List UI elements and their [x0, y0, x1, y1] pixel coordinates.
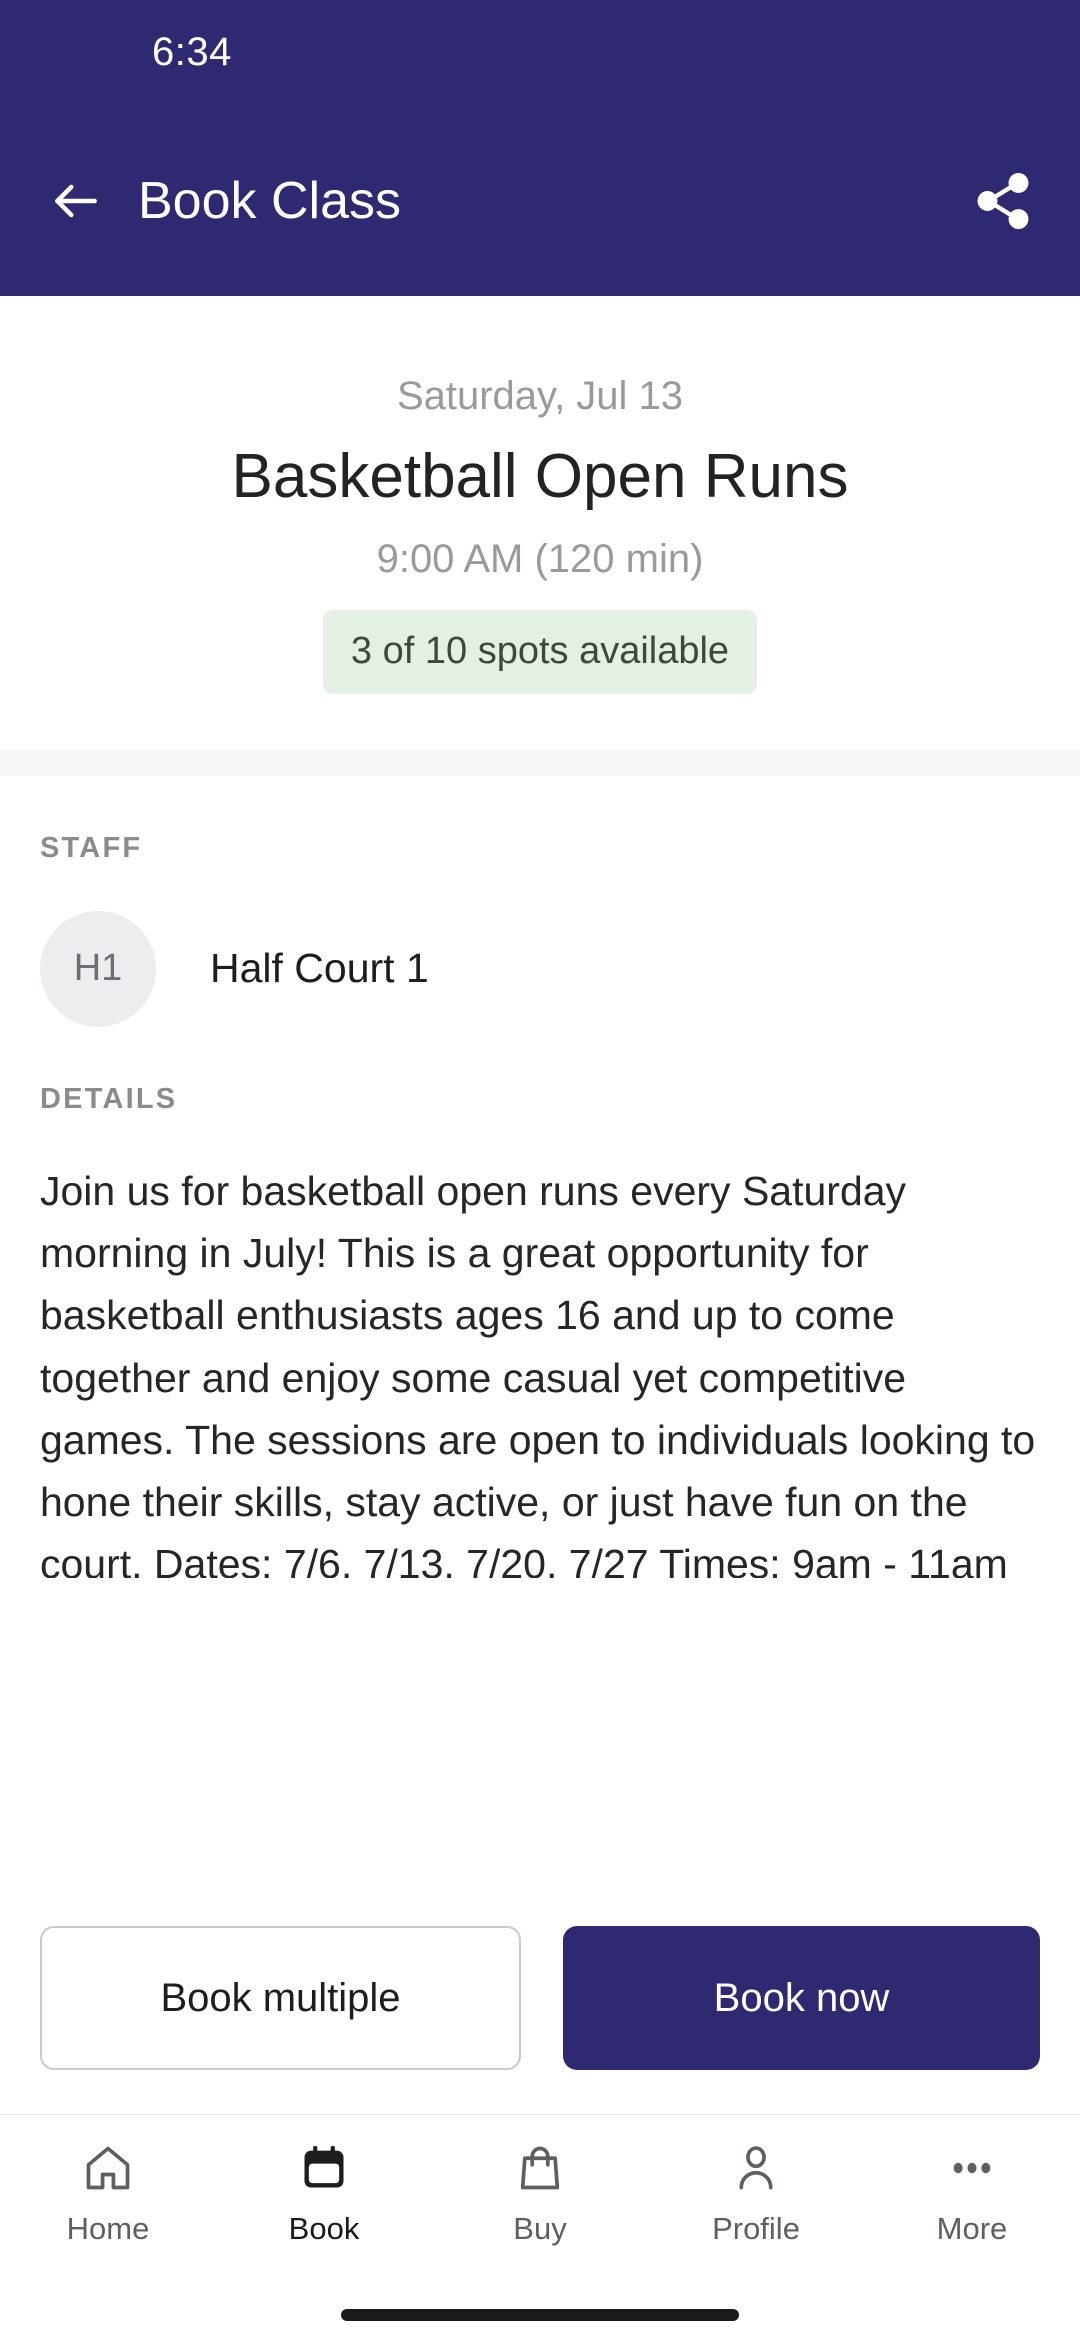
home-indicator[interactable]	[341, 2309, 739, 2321]
book-now-button[interactable]: Book now	[563, 1926, 1040, 2070]
section-divider	[0, 749, 1080, 776]
staff-section-label: STAFF	[40, 831, 143, 864]
nav-item-home[interactable]: Home	[0, 2137, 216, 2247]
share-icon[interactable]	[970, 168, 1036, 234]
status-badge: 3 of 10 spots available	[322, 609, 758, 694]
nav-item-book[interactable]: Book	[216, 2137, 432, 2247]
class-header: Saturday, Jul 13 Basketball Open Runs 9:…	[0, 296, 1080, 750]
book-multiple-button[interactable]: Book multiple	[40, 1926, 521, 2070]
status-bar: 6:34	[0, 0, 1080, 105]
staff-row[interactable]: H1 Half Court 1	[40, 910, 1040, 1027]
nav-label-profile: Profile	[712, 2211, 800, 2246]
nav-label-book: Book	[288, 2211, 360, 2246]
app-root: 6:34 Book Class Saturday, Jul 13 Basketb…	[0, 0, 1080, 2340]
arrow-left-icon[interactable]	[48, 173, 104, 229]
app-bar: Book Class	[0, 105, 1080, 296]
ellipsis-icon	[946, 2137, 998, 2199]
staff-name: Half Court 1	[210, 945, 429, 992]
class-title: Basketball Open Runs	[231, 442, 849, 511]
nav-label-more: More	[936, 2211, 1008, 2246]
person-icon	[730, 2137, 782, 2199]
nav-item-more[interactable]: More	[864, 2137, 1080, 2247]
details-section-label: DETAILS	[40, 1082, 178, 1115]
nav-label-home: Home	[66, 2211, 150, 2246]
class-time: 9:00 AM (120 min)	[376, 536, 704, 581]
nav-item-profile[interactable]: Profile	[648, 2137, 864, 2247]
shopping-bag-icon	[514, 2137, 566, 2199]
calendar-icon	[298, 2137, 350, 2199]
home-indicator-area	[0, 2290, 1080, 2340]
status-bar-clock: 6:34	[152, 30, 232, 74]
class-date: Saturday, Jul 13	[396, 374, 684, 418]
nav-label-buy: Buy	[513, 2211, 567, 2246]
content-scroll-area[interactable]: STAFF H1 Half Court 1 DETAILS Join us fo…	[0, 775, 1080, 1926]
avatar: H1	[40, 910, 156, 1027]
action-bar: Book multiple Book now	[0, 1926, 1080, 2070]
page-title: Book Class	[138, 171, 401, 230]
bottom-navigation: Home Book Buy Profile More	[0, 2114, 1080, 2290]
details-body-text: Join us for basketball open runs every S…	[40, 1167, 1036, 1578]
nav-item-buy[interactable]: Buy	[432, 2137, 648, 2247]
home-icon	[82, 2137, 134, 2199]
